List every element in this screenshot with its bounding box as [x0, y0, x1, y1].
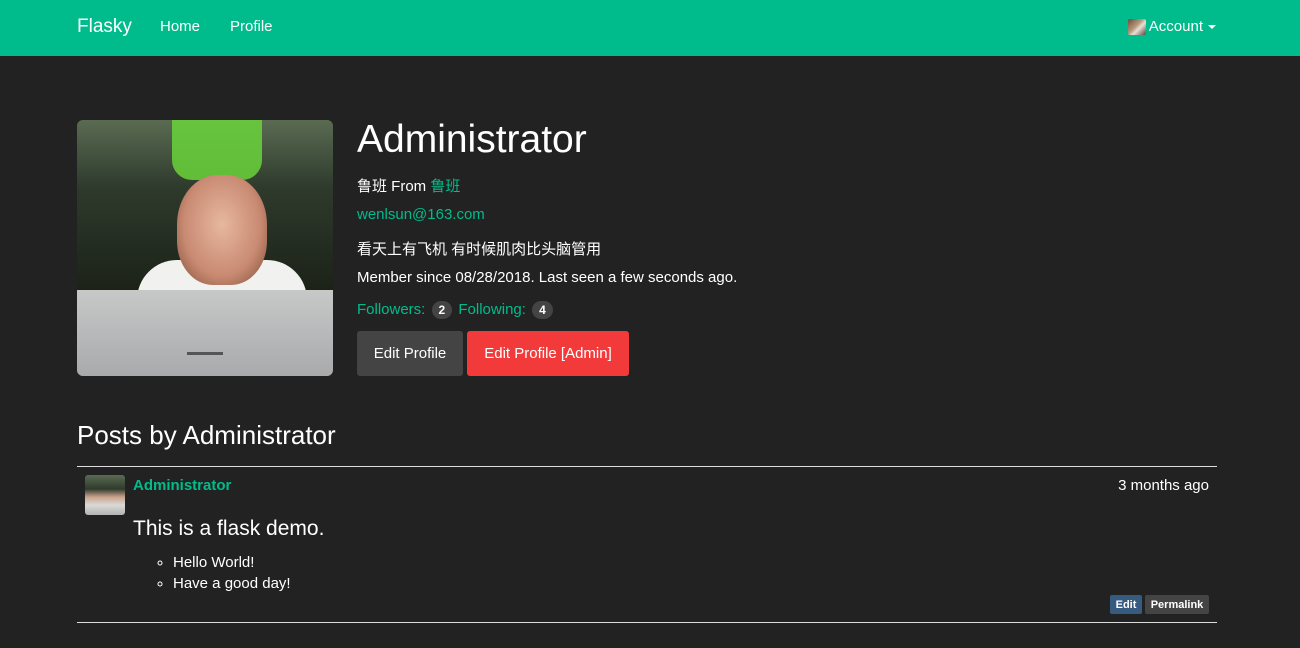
member-since: Member since 08/28/2018. Last seen a few…: [357, 269, 738, 286]
account-label: Account: [1148, 18, 1203, 35]
navbar: Flasky Home Profile Account: [0, 0, 1300, 56]
photo-laptop-bar: [187, 352, 223, 355]
profile-about: 看天上有飞机 有时候肌肉比头脑管用: [357, 241, 602, 258]
profile-picture: [77, 120, 333, 376]
edit-profile-admin-button[interactable]: Edit Profile [Admin]: [467, 331, 629, 376]
photo-green-shirt: [172, 120, 262, 180]
post-bullet-list: Hello World! Have a good day!: [133, 552, 291, 594]
nav-profile-link[interactable]: Profile: [230, 18, 273, 35]
chevron-down-icon: [1208, 24, 1216, 29]
post-permalink-button[interactable]: Permalink: [1145, 595, 1209, 614]
photo-laptop: [77, 290, 333, 376]
follow-counts: Followers: 2 Following: 4: [357, 301, 555, 319]
list-item: Have a good day!: [173, 573, 291, 594]
followers-link[interactable]: Followers:: [357, 301, 425, 318]
edit-profile-button[interactable]: Edit Profile: [357, 331, 463, 376]
post-date: 3 months ago: [1118, 477, 1209, 494]
post-author-avatar[interactable]: [85, 475, 125, 515]
photo-face: [177, 175, 267, 285]
location-link[interactable]: 鲁班: [430, 178, 460, 195]
divider: [77, 622, 1217, 623]
list-item: Hello World!: [173, 552, 291, 573]
account-avatar: [1127, 18, 1146, 35]
divider: [77, 466, 1217, 467]
brand-link[interactable]: Flasky: [77, 16, 132, 38]
email-link[interactable]: wenlsun@163.com: [357, 206, 485, 223]
account-dropdown[interactable]: Account: [1127, 18, 1216, 35]
profile-name: Administrator: [357, 118, 587, 161]
location-prefix: 鲁班 From: [357, 178, 431, 195]
post-title: This is a flask demo.: [133, 517, 325, 540]
followers-count-badge: 2: [431, 301, 453, 319]
posts-heading: Posts by Administrator: [77, 420, 336, 450]
following-count-badge: 4: [532, 301, 553, 319]
nav-home-link[interactable]: Home: [160, 18, 200, 35]
post-author-link[interactable]: Administrator: [133, 477, 231, 494]
profile-location: 鲁班 From 鲁班: [357, 175, 460, 196]
post-edit-button[interactable]: Edit: [1110, 595, 1142, 614]
following-link[interactable]: Following:: [458, 301, 526, 318]
